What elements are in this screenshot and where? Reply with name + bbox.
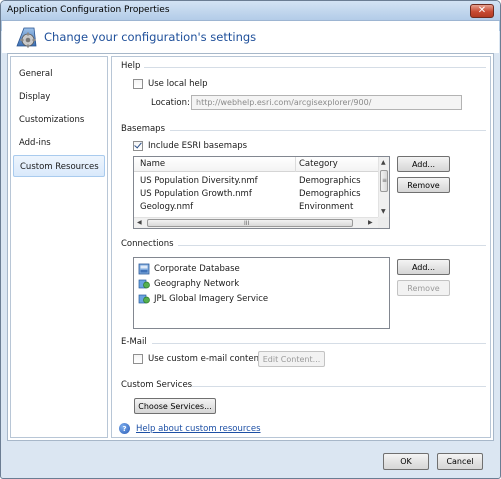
connection-label: Corporate Database bbox=[154, 263, 240, 274]
location-label: Location: bbox=[151, 98, 190, 108]
nav-item-custom-resources[interactable]: Custom Resources bbox=[13, 155, 105, 177]
network-icon bbox=[138, 294, 150, 303]
nav-item-label: Display bbox=[19, 92, 51, 102]
scroll-corner bbox=[378, 217, 389, 228]
nav-item-label: General bbox=[19, 69, 53, 79]
choose-services-button[interactable]: Choose Services... bbox=[134, 398, 216, 414]
column-divider[interactable] bbox=[295, 157, 296, 172]
list-item[interactable]: Geography Network bbox=[138, 276, 239, 291]
nav-item-label: Add-ins bbox=[19, 138, 51, 148]
connections-list[interactable]: Corporate Database Geography Network JPL… bbox=[133, 257, 390, 329]
scroll-down-icon[interactable]: ▼ bbox=[381, 208, 386, 215]
nav-item-add-ins[interactable]: Add-ins bbox=[13, 132, 105, 154]
include-esri-basemaps-checkbox[interactable] bbox=[133, 141, 143, 151]
use-local-help-checkbox[interactable] bbox=[133, 79, 143, 89]
horizontal-scrollbar[interactable]: ◀ III ▶ bbox=[134, 217, 378, 228]
basemaps-add-button[interactable]: Add... bbox=[397, 156, 450, 172]
grip-icon: III bbox=[244, 220, 250, 227]
section-divider bbox=[152, 343, 486, 344]
connections-remove-button[interactable]: Remove bbox=[397, 280, 450, 296]
nav-item-label: Customizations bbox=[19, 115, 85, 125]
connections-add-button[interactable]: Add... bbox=[397, 259, 450, 275]
basemaps-remove-button[interactable]: Remove bbox=[397, 177, 450, 193]
table-row[interactable]: US Population Growth.nmf bbox=[140, 189, 252, 199]
scroll-right-icon[interactable]: ▶ bbox=[368, 219, 373, 226]
network-icon bbox=[138, 279, 150, 288]
table-cell: Demographics bbox=[299, 189, 361, 199]
cancel-button[interactable]: Cancel bbox=[437, 453, 483, 470]
location-field[interactable] bbox=[191, 95, 462, 110]
table-row[interactable]: US Population Diversity.nmf bbox=[140, 176, 258, 186]
help-custom-resources-link[interactable]: Help about custom resources bbox=[136, 424, 261, 434]
use-custom-email-checkbox[interactable] bbox=[133, 354, 143, 364]
config-dialog: Application Configuration Properties ✕ C… bbox=[0, 0, 501, 479]
section-divider bbox=[144, 67, 486, 68]
database-icon bbox=[138, 263, 150, 274]
table-row[interactable]: Geology.nmf bbox=[140, 202, 193, 212]
nav-item-display[interactable]: Display bbox=[13, 86, 105, 108]
section-divider bbox=[170, 130, 486, 131]
help-section-label: Help bbox=[121, 61, 141, 71]
table-cell: Environment bbox=[299, 202, 354, 212]
use-local-help-label: Use local help bbox=[148, 79, 208, 89]
custom-services-section-label: Custom Services bbox=[121, 380, 193, 390]
settings-nav: General Display Customizations Add-ins C… bbox=[10, 56, 108, 438]
include-esri-basemaps-label: Include ESRI basemaps bbox=[148, 141, 248, 151]
use-custom-email-label: Use custom e-mail content bbox=[148, 354, 263, 364]
close-button[interactable]: ✕ bbox=[470, 4, 494, 18]
connections-section-label: Connections bbox=[121, 239, 174, 249]
nav-item-label: Custom Resources bbox=[20, 162, 99, 172]
window-title: Application Configuration Properties bbox=[7, 5, 170, 15]
header-title: Change your configuration's settings bbox=[44, 30, 257, 44]
basemaps-list-header: Name Category bbox=[134, 157, 389, 172]
column-header-name[interactable]: Name bbox=[140, 159, 165, 169]
ok-button[interactable]: OK bbox=[383, 453, 429, 470]
connection-label: Geography Network bbox=[154, 278, 240, 289]
basemaps-list[interactable]: Name Category US Population Diversity.nm… bbox=[133, 156, 390, 229]
list-item[interactable]: JPL Global Imagery Service bbox=[138, 291, 268, 306]
email-section-label: E-Mail bbox=[121, 337, 147, 347]
scroll-thumb[interactable]: ≡ bbox=[380, 170, 388, 192]
connection-label: JPL Global Imagery Service bbox=[154, 293, 269, 304]
section-divider bbox=[178, 245, 486, 246]
nav-item-customizations[interactable]: Customizations bbox=[13, 109, 105, 131]
custom-resources-panel: Help Use local help Location: Basemaps I… bbox=[111, 56, 491, 438]
scroll-left-icon[interactable]: ◀ bbox=[137, 219, 142, 226]
list-item[interactable]: Corporate Database bbox=[138, 261, 240, 276]
column-header-category[interactable]: Category bbox=[299, 159, 338, 169]
vertical-scrollbar[interactable]: ▲ ≡ ▼ bbox=[378, 157, 389, 217]
scroll-thumb[interactable]: III bbox=[147, 219, 353, 227]
title-bar[interactable]: Application Configuration Properties ✕ bbox=[1, 1, 500, 21]
section-divider bbox=[192, 386, 486, 387]
help-icon: ? bbox=[119, 423, 130, 434]
dialog-header: Change your configuration's settings bbox=[2, 21, 499, 53]
basemaps-section-label: Basemaps bbox=[121, 124, 166, 134]
nav-item-general[interactable]: General bbox=[13, 63, 105, 85]
dialog-body: General Display Customizations Add-ins C… bbox=[7, 53, 494, 441]
settings-gear-icon bbox=[16, 27, 37, 48]
edit-content-button[interactable]: Edit Content... bbox=[258, 351, 325, 367]
scroll-up-icon[interactable]: ▲ bbox=[381, 159, 386, 166]
close-icon: ✕ bbox=[477, 5, 487, 16]
grip-icon: ≡ bbox=[382, 177, 388, 184]
table-cell: Demographics bbox=[299, 176, 361, 186]
